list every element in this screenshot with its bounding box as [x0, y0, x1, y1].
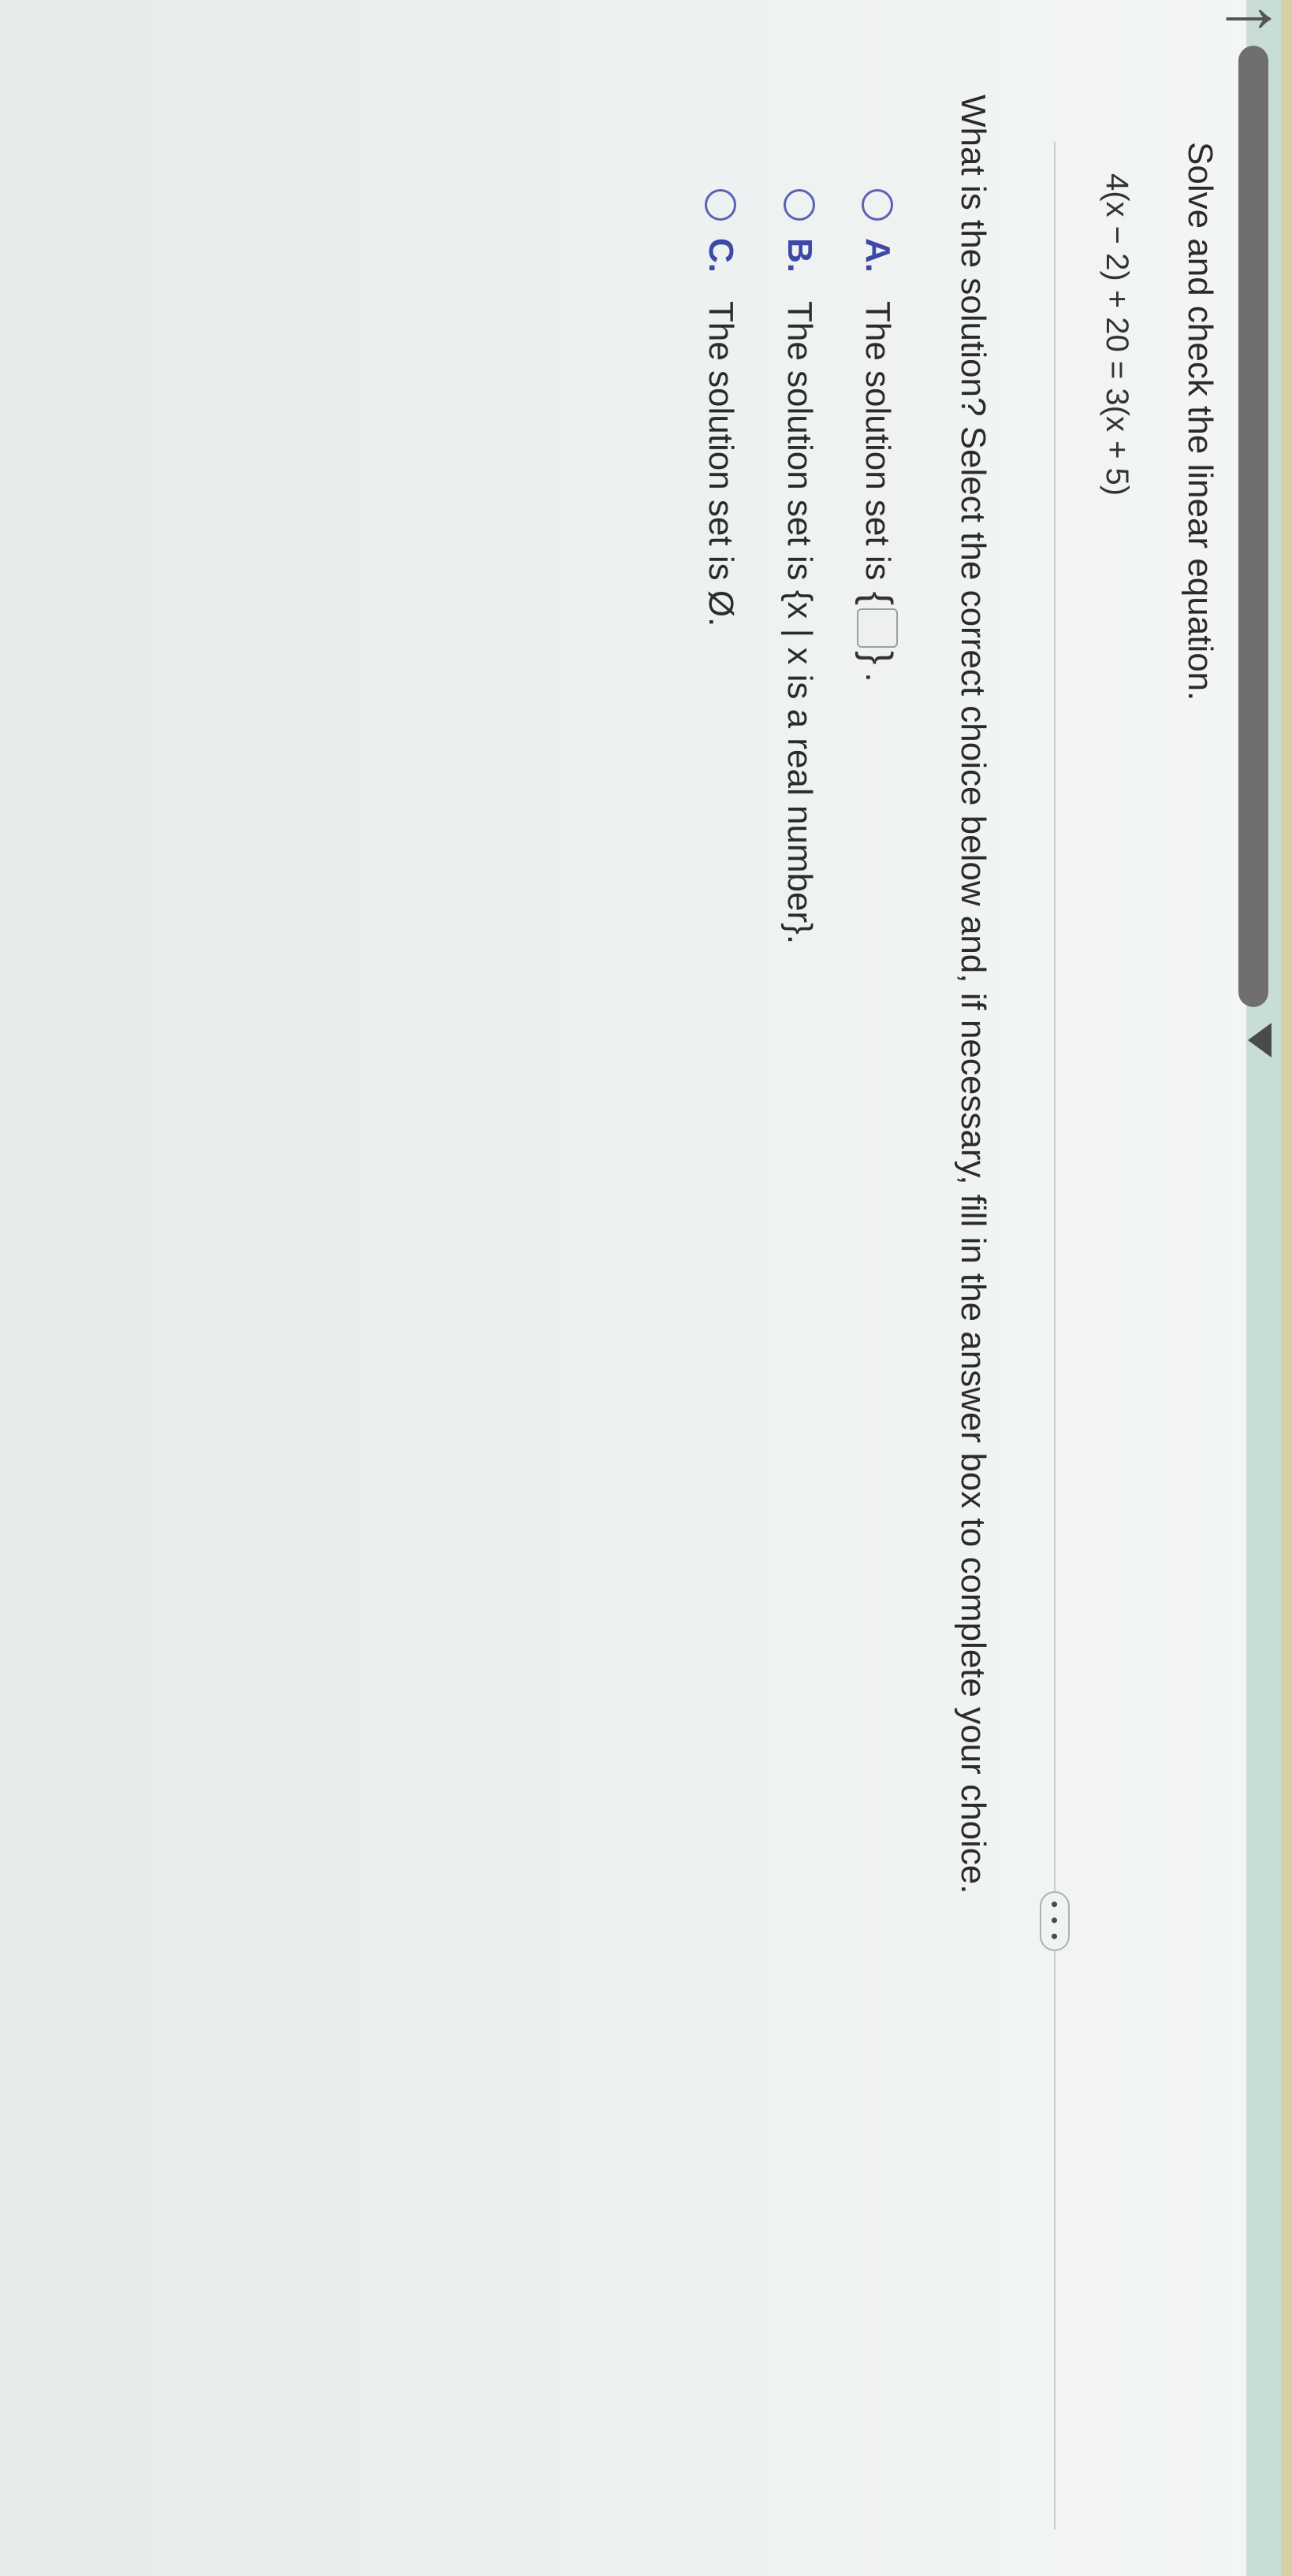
radio-button-b[interactable]: [784, 189, 815, 221]
screen: ← Solve and check the linear equation. 4…: [0, 0, 1292, 2576]
choice-letter-a: A.: [858, 238, 897, 273]
choice-letter-b: B.: [780, 238, 819, 273]
choice-a[interactable]: A. The solution set is { } .: [855, 189, 900, 682]
choice-text-b: The solution set is {x | x is a real num…: [780, 301, 819, 945]
radio-button-c[interactable]: [705, 189, 736, 221]
divider: [1054, 142, 1056, 2530]
question-prompt: Solve and check the linear equation.: [1181, 142, 1219, 701]
radio-button-a[interactable]: [862, 189, 893, 221]
choice-letter-c: C.: [702, 238, 740, 273]
question-instruction: What is the solution? Select the correct…: [954, 95, 992, 1894]
choice-text-a: The solution set is: [858, 301, 897, 581]
choice-a-period: .: [858, 672, 897, 682]
question-panel: Solve and check the linear equation. 4(x…: [0, 0, 1292, 2576]
left-brace: {: [855, 591, 900, 605]
choice-b[interactable]: B. The solution set is {x | x is a real …: [780, 189, 819, 944]
right-brace: }: [855, 651, 900, 665]
answer-set-braces: { }: [855, 591, 900, 665]
answer-input-box[interactable]: [857, 608, 898, 648]
more-options-button[interactable]: • • •: [1040, 1891, 1070, 1951]
choice-text-c: The solution set is Ø.: [702, 301, 740, 627]
choice-c[interactable]: C. The solution set is Ø.: [701, 189, 740, 626]
equation: 4(x − 2) + 20 = 3(x + 5): [1100, 173, 1134, 496]
